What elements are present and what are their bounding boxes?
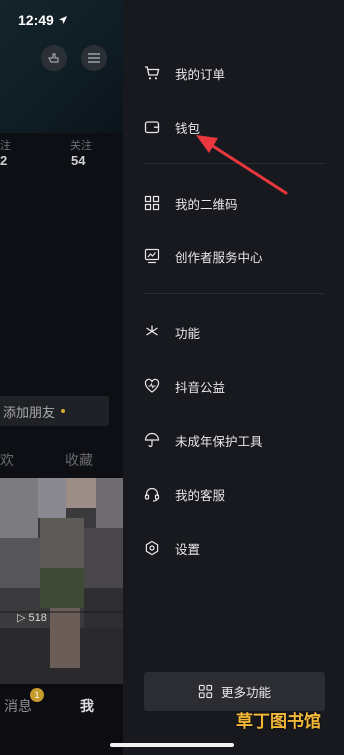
annotation-arrow xyxy=(196,135,288,195)
home-indicator[interactable] xyxy=(110,743,234,747)
watermark-logo: 草丁图书馆 xyxy=(236,712,321,731)
